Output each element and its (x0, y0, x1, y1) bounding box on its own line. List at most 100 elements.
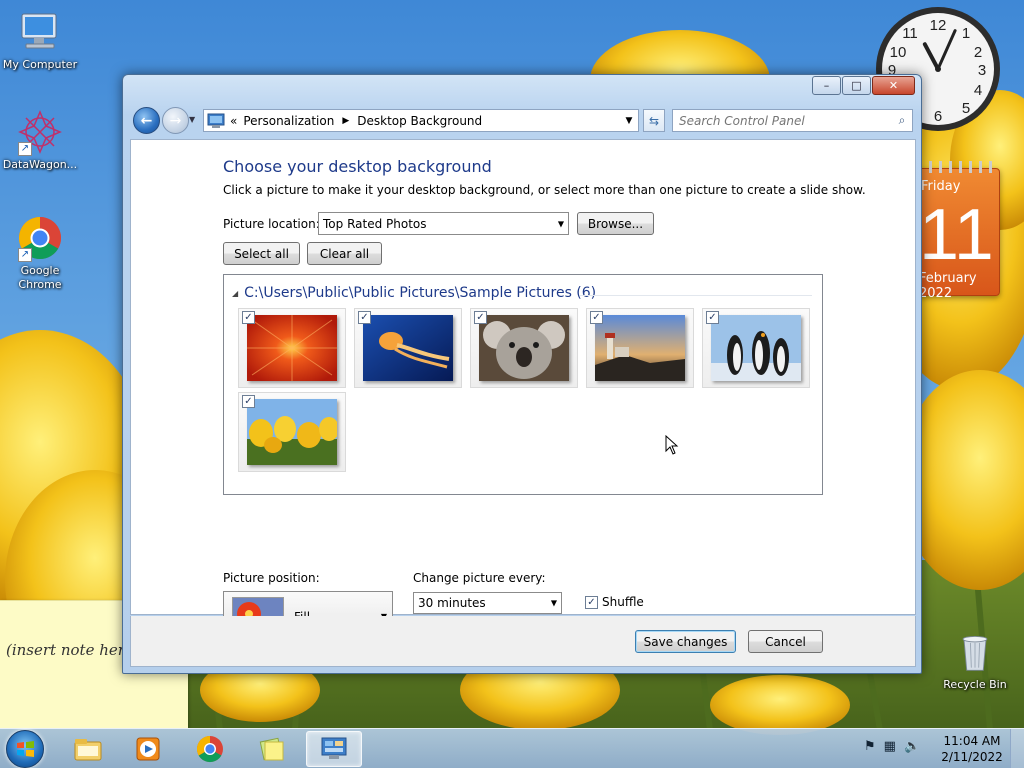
page-title: Choose your desktop background (223, 157, 492, 176)
chrome-icon: ↗ (16, 214, 64, 262)
refresh-button[interactable]: ⇆ (643, 109, 665, 132)
svg-text:2: 2 (974, 44, 982, 61)
caption-buttons: – □ ✕ (811, 76, 915, 95)
svg-text:5: 5 (962, 100, 970, 117)
windows-logo-icon (17, 741, 34, 757)
penguins-image (711, 315, 801, 381)
collapse-triangle-icon[interactable]: ◢ (232, 289, 238, 298)
desktop-icon-recycle-bin[interactable]: Recycle Bin (940, 630, 1010, 691)
action-center-icon[interactable]: ⚑ (864, 739, 876, 754)
breadcrumb-separator-icon[interactable]: ▶ (342, 116, 349, 126)
breadcrumb-desktop-background[interactable]: Desktop Background (357, 114, 482, 128)
picture-thumbnail-koala[interactable]: ✓ (470, 308, 578, 388)
shortcut-arrow-icon: ↗ (18, 248, 32, 262)
search-icon[interactable]: ⌕ (892, 113, 912, 128)
taskbar-clock[interactable]: 11:04 AM 2/11/2022 (940, 733, 1004, 765)
navigation-bar: ← → ▼ « Personalization ▶ Desktop Backgr… (131, 105, 913, 135)
desktop-icon-my-computer[interactable]: My Computer (0, 8, 80, 72)
back-button[interactable]: ← (133, 107, 160, 134)
close-button[interactable]: ✕ (872, 76, 915, 95)
media-player-icon (136, 737, 160, 761)
desktop-icon-label: DataWagon... (2, 158, 78, 171)
picture-checkbox[interactable]: ✓ (242, 395, 255, 408)
calendar-month: February 2022 (919, 271, 977, 301)
picture-location-select[interactable]: Top Rated Photos ▼ (318, 212, 569, 235)
chrysanthemum-image (247, 315, 337, 381)
picture-checkbox[interactable]: ✓ (242, 311, 255, 324)
mouse-pointer-icon (665, 435, 679, 455)
control-panel-icon (207, 113, 225, 128)
breadcrumb-personalization[interactable]: Personalization (243, 114, 334, 128)
change-picture-select[interactable]: 30 minutes ▼ (413, 592, 562, 614)
clock-date: 2/11/2022 (941, 750, 1003, 764)
taskbar-control-panel[interactable] (306, 731, 362, 767)
maximize-button[interactable]: □ (842, 76, 871, 95)
content-pane: Choose your desktop background Click a p… (130, 139, 916, 641)
taskbar-media-player[interactable] (120, 731, 176, 767)
select-all-button[interactable]: Select all (223, 242, 300, 265)
save-changes-button[interactable]: Save changes (635, 630, 736, 653)
group-header[interactable]: ◢ C:\Users\Public\Public Pictures\Sample… (232, 285, 596, 301)
picture-thumbnail-tulips[interactable]: ✓ (238, 392, 346, 472)
start-button[interactable] (6, 730, 44, 768)
svg-text:10: 10 (890, 44, 907, 61)
picture-thumbnail-lighthouse[interactable]: ✓ (586, 308, 694, 388)
control-panel-icon (321, 737, 347, 759)
tulips-image (247, 399, 337, 465)
search-box[interactable]: ⌕ (672, 109, 913, 132)
shuffle-check-icon[interactable]: ✓ (585, 595, 598, 609)
show-desktop-button[interactable] (1010, 729, 1024, 768)
svg-text:11: 11 (902, 25, 918, 42)
clock-time: 11:04 AM (943, 734, 1001, 748)
picture-checkbox[interactable]: ✓ (358, 311, 371, 324)
chevron-down-icon: ▼ (550, 598, 557, 608)
picture-thumbnail-penguins[interactable]: ✓ (702, 308, 810, 388)
taskbar-explorer[interactable] (60, 731, 116, 767)
recycle-bin-icon (962, 635, 988, 671)
dialog-footer: Save changes Cancel (130, 616, 916, 667)
picture-checkbox[interactable]: ✓ (474, 311, 487, 324)
svg-text:3: 3 (978, 62, 986, 79)
svg-text:12: 12 (930, 17, 947, 34)
shuffle-label: Shuffle (602, 595, 644, 609)
jellyfish-image (363, 315, 453, 381)
change-picture-label: Change picture every: (413, 571, 546, 585)
network-icon[interactable]: ▦ (884, 739, 896, 754)
picture-checkbox[interactable]: ✓ (590, 311, 603, 324)
desktop-icon-label: Google Chrome (18, 264, 62, 291)
forward-button[interactable]: → (162, 107, 189, 134)
shuffle-checkbox[interactable]: ✓ Shuffle (585, 595, 644, 609)
taskbar-sticky-notes[interactable] (244, 731, 300, 767)
calendar-rings (919, 161, 995, 173)
explorer-icon (74, 739, 102, 761)
address-dropdown-icon[interactable]: ▼ (620, 110, 638, 131)
cancel-button[interactable]: Cancel (748, 630, 823, 653)
volume-icon[interactable]: 🔈 (904, 739, 920, 754)
clear-all-button[interactable]: Clear all (307, 242, 382, 265)
calendar-gadget[interactable]: Friday 11 February 2022 (914, 161, 1000, 301)
page-description: Click a picture to make it your desktop … (223, 183, 866, 197)
address-bar[interactable]: « Personalization ▶ Desktop Background ▼ (203, 109, 639, 132)
system-tray: ⚑ ▦ 🔈 (864, 739, 920, 754)
search-input[interactable] (673, 110, 892, 131)
calendar-weekday: Friday (921, 179, 961, 194)
picture-thumbnail-jellyfish[interactable]: ✓ (354, 308, 462, 388)
picture-checkbox[interactable]: ✓ (706, 311, 719, 324)
svg-text:4: 4 (974, 82, 982, 99)
desktop-background-window[interactable]: – □ ✕ ← → ▼ « Personalization ▶ Desktop … (122, 74, 922, 674)
address-overflow[interactable]: « (230, 114, 237, 128)
minimize-button[interactable]: – (812, 76, 841, 95)
browse-button[interactable]: Browse... (577, 212, 654, 235)
picture-thumbnail-chrysanthemum[interactable]: ✓ (238, 308, 346, 388)
desktop-icon-chrome[interactable]: ↗ Google Chrome (0, 214, 80, 292)
desktop-icon-datawagon[interactable]: ↗ DataWagon... (0, 108, 80, 172)
sticky-note-text[interactable]: (insert note here) (6, 641, 140, 659)
recent-pages-dropdown[interactable]: ▼ (189, 115, 195, 124)
change-picture-value: 30 minutes (418, 596, 486, 610)
picture-list[interactable]: ◢ C:\Users\Public\Public Pictures\Sample… (223, 274, 823, 495)
computer-icon (16, 8, 64, 56)
svg-text:1: 1 (962, 25, 970, 42)
group-divider (580, 295, 812, 296)
group-path: C:\Users\Public\Public Pictures\Sample P… (244, 285, 597, 301)
taskbar-chrome[interactable] (182, 731, 238, 767)
